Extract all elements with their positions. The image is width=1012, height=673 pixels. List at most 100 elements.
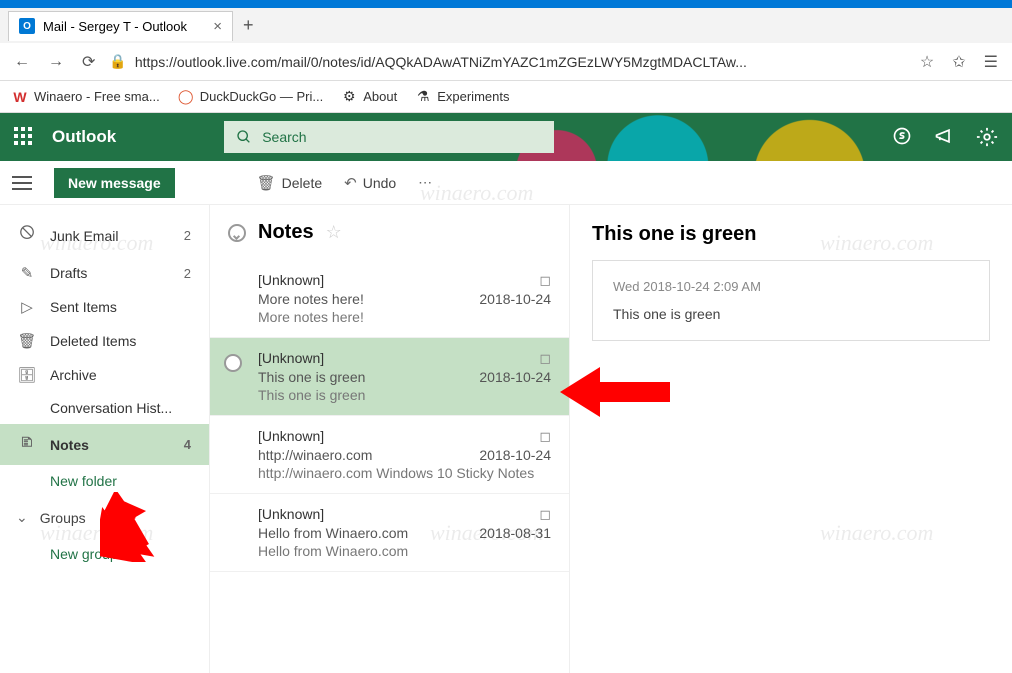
new-message-button[interactable]: New message [54,168,175,198]
bookmark-label: Winaero - Free sma... [34,89,160,104]
note-list-item[interactable]: [Unknown] ◻ This one is green 2018-10-24 T… [210,338,569,416]
note-subject: This one is green [258,369,365,385]
reading-pane: This one is green Wed 2018-10-24 2:09 AM… [570,205,1012,673]
note-date: 2018-10-24 [479,369,551,385]
sidebar-item-sent[interactable]: ▷ Sent Items [0,290,209,324]
sidebar-item-junk[interactable]: 🛇 Junk Email 2 [0,215,209,256]
annotation-arrow [100,492,180,562]
sidebar-label: Deleted Items [50,333,136,349]
reading-list-icon[interactable]: ☰ [980,52,1002,72]
delete-button[interactable]: 🗑 Delete [257,174,323,192]
note-list-item[interactable]: [Unknown]◻ Hello from Winaero.com2018-08… [210,494,569,572]
chevron-down-icon: ⌄ [16,509,28,526]
note-flag-icon[interactable]: ◻ [539,272,551,289]
sidebar-label: Archive [50,367,97,383]
more-actions-button[interactable]: ⋯ [418,174,434,191]
note-subject: http://winaero.com [258,447,372,463]
note-date: 2018-08-31 [479,525,551,541]
list-title: Notes [258,221,314,244]
undo-icon: ↶ [344,174,357,192]
note-date: 2018-10-24 [479,447,551,463]
note-list-item[interactable]: [Unknown]◻ More notes here!2018-10-24 Mo… [210,260,569,338]
tab-title: Mail - Sergey T - Outlook [43,19,187,34]
sidebar-label: Junk Email [50,228,118,244]
settings-gear-icon[interactable] [976,126,998,148]
sidebar-item-archive[interactable]: 🗄 Archive [0,358,209,392]
trash-icon: 🗑 [257,174,276,192]
note-card: Wed 2018-10-24 2:09 AM This one is green [592,260,990,341]
skype-icon[interactable] [892,126,912,146]
undo-label: Undo [363,175,396,191]
outlook-brand[interactable]: Outlook [52,127,116,147]
sidebar-count: 2 [184,266,191,281]
note-body: This one is green [613,306,969,322]
bookmark-duckduckgo[interactable]: ◯ DuckDuckGo — Pri... [178,89,324,105]
search-input[interactable]: Search [224,121,554,153]
note-sender: [Unknown] [258,428,324,445]
bookmark-experiments[interactable]: ⚗ Experiments [415,89,509,105]
search-placeholder: Search [262,129,306,145]
undo-button[interactable]: ↶ Undo [344,174,396,192]
sidebar-item-notes[interactable]: 🗈 Notes 4 [0,424,209,465]
note-sender: [Unknown] [258,350,324,367]
select-all-checkbox[interactable] [228,224,246,242]
back-button[interactable]: ← [10,53,34,71]
browser-tab[interactable]: O Mail - Sergey T - Outlook × [8,11,233,41]
close-tab-icon[interactable]: × [213,18,222,35]
select-checkbox[interactable] [224,354,242,372]
browser-tab-strip: O Mail - Sergey T - Outlook × + [0,8,1012,43]
note-timestamp: Wed 2018-10-24 2:09 AM [613,279,969,294]
flask-icon: ⚗ [415,89,431,105]
note-icon: 🗈 [18,432,36,457]
sidebar-item-deleted[interactable]: 🗑 Deleted Items [0,324,209,358]
gear-icon: ⚙ [341,89,357,105]
sidebar-count: 2 [184,228,191,243]
add-favorites-icon[interactable]: ✩ [948,52,969,72]
bookmark-label: About [363,89,397,104]
refresh-button[interactable]: ⟳ [78,52,99,72]
pencil-icon: ✎ [18,264,36,282]
outlook-header: Outlook Search [0,113,1012,161]
forward-button[interactable]: → [44,53,68,71]
delete-label: Delete [282,175,322,191]
address-bar: ← → ⟳ 🔒 https://outlook.live.com/mail/0/… [0,43,1012,81]
junk-icon: 🛇 [18,223,36,248]
note-preview: This one is green [258,387,551,403]
folder-sidebar: 🛇 Junk Email 2 ✎ Drafts 2 ▷ Sent Items 🗑… [0,205,210,673]
bookmarks-bar: W Winaero - Free sma... ◯ DuckDuckGo — P… [0,81,1012,113]
lock-icon: 🔒 [109,53,126,70]
sidebar-item-conversation-history[interactable]: Conversation Hist... [0,392,209,424]
annotation-arrow [560,367,670,437]
note-title: This one is green [592,223,990,246]
trash-icon: 🗑 [18,332,36,350]
favorite-star-icon[interactable]: ☆ [916,52,938,72]
note-preview: Hello from Winaero.com [258,543,551,559]
bookmark-about[interactable]: ⚙ About [341,89,397,105]
note-sender: [Unknown] [258,272,324,289]
bookmark-winaero[interactable]: W Winaero - Free sma... [12,89,160,105]
note-flag-icon[interactable]: ◻ [539,428,551,445]
window-frame-top [0,0,1012,8]
sidebar-label: Notes [50,437,89,453]
sidebar-item-drafts[interactable]: ✎ Drafts 2 [0,256,209,290]
duckduckgo-icon: ◯ [178,89,194,105]
send-icon: ▷ [18,298,36,316]
list-header: Notes ☆ [210,205,569,260]
url-field[interactable]: 🔒 https://outlook.live.com/mail/0/notes/… [109,53,906,70]
app-launcher-icon[interactable] [14,127,34,147]
nav-toggle-icon[interactable] [12,176,32,190]
url-text: https://outlook.live.com/mail/0/notes/id… [135,54,747,70]
note-preview: More notes here! [258,309,551,325]
note-flag-icon[interactable]: ◻ [539,350,551,367]
note-list-item[interactable]: [Unknown]◻ http://winaero.com2018-10-24 … [210,416,569,494]
note-flag-icon[interactable]: ◻ [539,506,551,523]
announcements-icon[interactable] [934,126,954,146]
groups-label: Groups [40,510,86,526]
new-folder-label: New folder [50,473,117,489]
note-subject: Hello from Winaero.com [258,525,408,541]
favorite-star-icon[interactable]: ☆ [326,222,342,243]
new-tab-button[interactable]: + [243,15,254,36]
sidebar-count: 4 [184,437,191,452]
note-preview: http://winaero.com Windows 10 Sticky Not… [258,465,551,481]
command-bar: New message 🗑 Delete ↶ Undo ⋯ [0,161,1012,205]
